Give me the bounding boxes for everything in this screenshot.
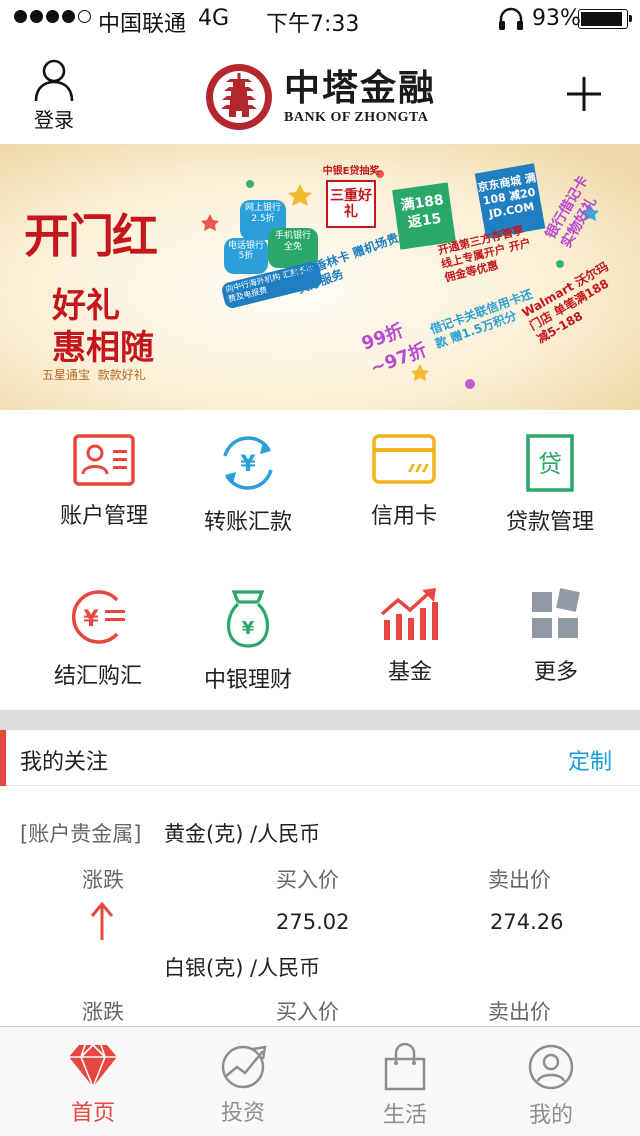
grid-label: 中银理财 (203, 668, 292, 693)
diamond-icon (69, 1044, 117, 1089)
brand-name-en: BANK OF ZHONGTA (284, 110, 429, 125)
buy-price-value: 275.02 (276, 910, 350, 934)
promo-tag: 中银E贷抽奖 (322, 166, 380, 177)
section-divider (0, 710, 640, 730)
network-type: 4G (198, 6, 230, 31)
svg-text:¥: ¥ (242, 618, 255, 639)
headphones-icon (499, 7, 523, 30)
tab-home[interactable]: 首页 (38, 1027, 148, 1136)
tab-mine[interactable]: 我的 (496, 1027, 606, 1136)
grid-label: 账户管理 (59, 504, 148, 529)
account-card-icon (73, 434, 135, 486)
app-header: 登录 中塔金融 BANK OF ZHONGTA (0, 40, 640, 144)
transfer-yuan-icon: ¥ (223, 436, 273, 490)
service-grid: 账户管理 ¥ 转账汇款 信用卡 贷 贷款管理 ¥ 结汇购汇 ¥ 中银理财 基金 … (0, 410, 640, 710)
bank-pagoda-logo (206, 64, 272, 130)
promo-tag: 三重好礼 (326, 180, 376, 228)
grid-item-exchange[interactable]: ¥ 结汇购汇 (18, 564, 178, 714)
grid-item-more[interactable]: 更多 (476, 564, 636, 714)
add-plus-icon[interactable] (566, 76, 602, 112)
carrier-name: 中国联通 (98, 12, 187, 37)
battery-icon (578, 9, 632, 29)
buy-price-label: 买入价 (276, 868, 339, 892)
banner-tagline: 五星通宝 款款好礼 (42, 368, 146, 382)
grid-label: 结汇购汇 (53, 664, 142, 689)
loan-icon: 贷 (526, 434, 574, 492)
grid-item-wealth[interactable]: ¥ 中银理财 (168, 564, 328, 714)
my-follow-header: 我的关注 定制 (0, 730, 640, 786)
change-label: 涨跌 (82, 868, 124, 892)
brand-name-cn: 中塔金融 (284, 67, 437, 109)
banner-subtitle-2: 惠相随 (52, 328, 154, 368)
money-bag-icon: ¥ (226, 590, 270, 648)
tab-life[interactable]: 生活 (350, 1027, 460, 1136)
sell-price-value: 274.26 (490, 910, 564, 934)
bottom-tab-bar: 首页 投资 生活 我的 (0, 1026, 640, 1136)
more-tiles-icon (532, 588, 580, 638)
grid-item-transfer[interactable]: ¥ 转账汇款 (168, 410, 328, 560)
profile-icon (528, 1044, 574, 1090)
up-arrow-icon (90, 902, 114, 940)
my-follow-title: 我的关注 (20, 750, 109, 775)
shopping-bag-icon (384, 1043, 426, 1091)
section-accent-bar (0, 730, 6, 786)
sell-price-label: 卖出价 (488, 1000, 551, 1024)
grid-label: 转账汇款 (203, 510, 292, 535)
grid-label: 贷款管理 (505, 510, 594, 535)
svg-text:¥: ¥ (83, 607, 99, 632)
svg-text:贷: 贷 (538, 450, 562, 478)
sell-price-label: 卖出价 (488, 868, 551, 892)
tab-label: 生活 (382, 1103, 427, 1128)
login-label: 登录 (34, 108, 74, 132)
precious-metal-quotes[interactable]: [账户贵金属] 黄金(克) /人民币 涨跌 买入价 卖出价 275.02 274… (0, 786, 640, 1026)
quote-item-name: 黄金(克) /人民币 (164, 822, 321, 846)
change-label: 涨跌 (82, 1000, 124, 1024)
grid-item-credit-card[interactable]: 信用卡 (324, 410, 484, 560)
tab-label: 首页 (70, 1101, 115, 1126)
promo-banner[interactable]: 开门红 好礼 惠相随 五星通宝 款款好礼 网上银行 2.5折 手机银行 全免 电… (0, 144, 640, 410)
buy-price-label: 买入价 (276, 1000, 339, 1024)
battery-percentage: 93% (532, 6, 581, 31)
tab-label: 投资 (220, 1101, 265, 1126)
bank-brand: 中塔金融 BANK OF ZHONGTA (204, 62, 436, 132)
grid-label: 更多 (533, 660, 578, 685)
signal-strength-icon (14, 10, 91, 23)
investment-chart-icon (221, 1045, 267, 1089)
credit-card-icon (372, 434, 436, 484)
grid-item-fund[interactable]: 基金 (330, 564, 490, 714)
grid-label: 基金 (387, 660, 432, 685)
login-button[interactable]: 登录 (26, 58, 82, 133)
svg-text:¥: ¥ (240, 452, 256, 477)
quote-category: [账户贵金属] (20, 822, 142, 846)
grid-label: 信用卡 (370, 504, 437, 529)
promo-tag: 电话银行 5折 (224, 238, 268, 274)
clock: 下午7:33 (266, 12, 360, 37)
status-bar: 中国联通 4G 下午7:33 93% (0, 0, 640, 40)
user-icon (34, 59, 74, 102)
fund-chart-icon (380, 588, 438, 640)
grid-item-account[interactable]: 账户管理 (24, 410, 184, 560)
tab-label: 我的 (528, 1103, 573, 1128)
grid-item-loan[interactable]: 贷 贷款管理 (470, 410, 630, 560)
banner-title: 开门红 (24, 209, 158, 263)
quote-item-name: 白银(克) /人民币 (164, 956, 321, 980)
customize-link[interactable]: 定制 (568, 744, 612, 776)
exchange-yuan-icon: ¥ (72, 590, 125, 644)
tab-investment[interactable]: 投资 (188, 1027, 298, 1136)
